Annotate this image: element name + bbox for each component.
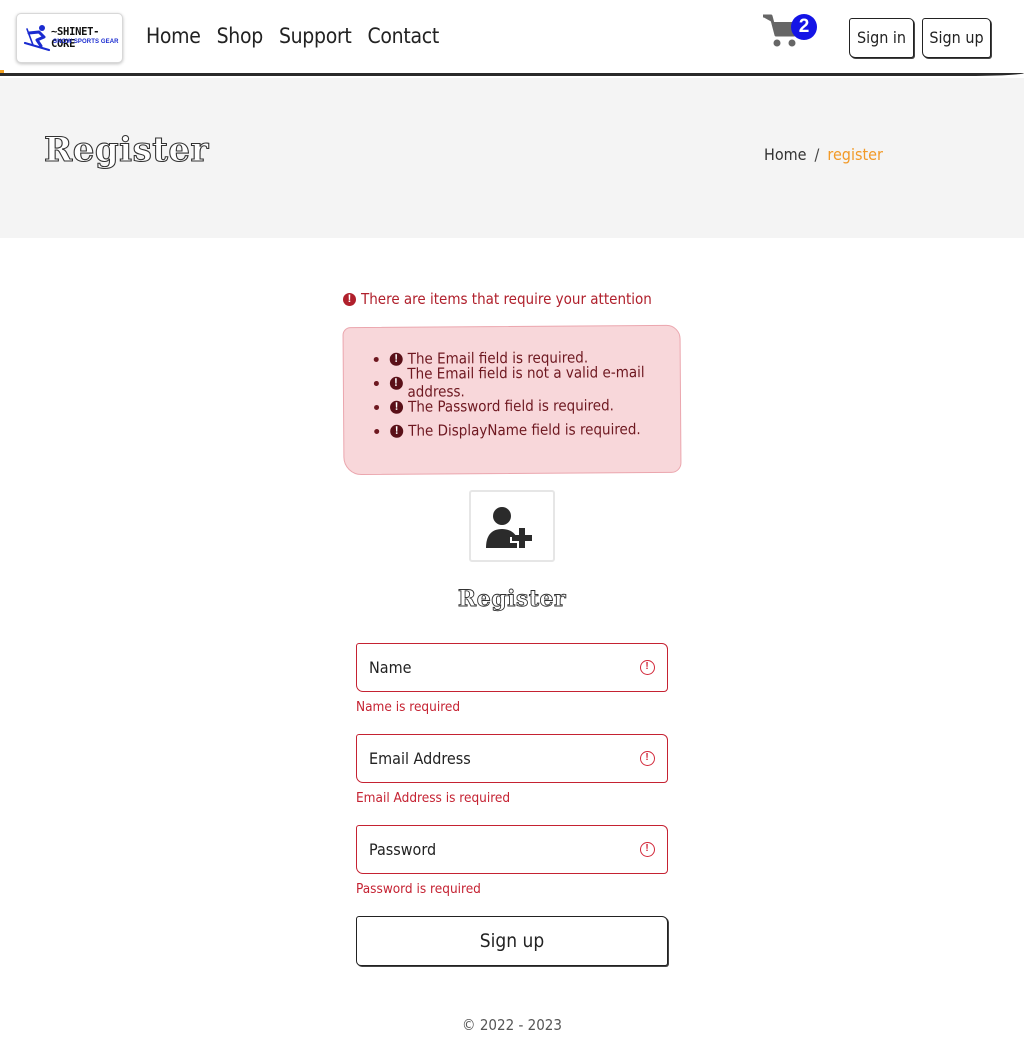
bullet: [374, 404, 380, 410]
page-title: Register: [43, 129, 209, 170]
bullet: [373, 380, 379, 386]
password-error: Password is required: [356, 881, 481, 897]
sign-up-nav-button[interactable]: Sign up: [922, 18, 991, 58]
breadcrumb-separator: /: [814, 145, 820, 164]
page-title-banner: Register Home / register: [0, 78, 1024, 238]
cart-count-badge: 2: [791, 14, 817, 40]
breadcrumb-home-link[interactable]: Home: [764, 145, 807, 164]
password-input[interactable]: [357, 826, 667, 873]
validation-error-text: The DisplayName field is required.: [408, 420, 641, 440]
brand-subtitle: SNOW SPORTS GEAR: [53, 39, 119, 45]
exclamation-circle-icon: [640, 660, 655, 675]
brand-title: ~SHINET-CORE: [51, 26, 100, 50]
email-field: [356, 734, 668, 783]
exclamation-circle-icon: [389, 400, 404, 414]
email-error: Email Address is required: [356, 790, 511, 806]
email-input[interactable]: [357, 735, 667, 782]
validation-error-list: The Email field is required. The Email f…: [373, 345, 681, 443]
list-item: The DisplayName field is required.: [374, 417, 680, 443]
main-nav: Home Shop Support Contact: [146, 24, 439, 48]
name-field: [356, 643, 668, 692]
breadcrumb-current: register: [827, 145, 883, 164]
skier-icon: [23, 25, 51, 52]
list-item: The Email field is not a valid e-mail ad…: [373, 363, 680, 401]
validation-summary: The Email field is required. The Email f…: [342, 324, 682, 476]
exclamation-circle-icon: [389, 376, 403, 390]
sign-up-submit-button[interactable]: Sign up: [356, 916, 668, 966]
validation-error-text: The Email field is not a valid e-mail ad…: [407, 363, 645, 401]
sign-in-button[interactable]: Sign in: [849, 18, 914, 58]
form-title: Register: [457, 586, 567, 613]
nav-shop-link[interactable]: Shop: [217, 24, 264, 48]
bullet: [373, 356, 379, 362]
validation-attention: There are items that require your attent…: [343, 290, 652, 308]
exclamation-circle-icon: [390, 424, 404, 438]
exclamation-circle-icon: [640, 842, 655, 857]
name-error: Name is required: [356, 699, 461, 715]
bullet: [374, 428, 380, 434]
exclamation-circle-icon: [389, 352, 403, 366]
nav-contact-link[interactable]: Contact: [368, 24, 440, 48]
password-field: [356, 825, 668, 874]
attention-text: There are items that require your attent…: [361, 290, 652, 308]
validation-error-text: The Password field is required.: [407, 396, 614, 416]
navbar-divider: [0, 73, 1024, 76]
footer-copyright: © 2022 - 2023: [462, 1016, 562, 1034]
register-avatar: [469, 490, 555, 562]
cart-button[interactable]: 2: [762, 13, 820, 51]
breadcrumb: Home / register: [764, 145, 883, 164]
nav-home-link[interactable]: Home: [146, 24, 201, 48]
exclamation-circle-icon: [343, 292, 356, 307]
top-navbar: ~SHINET-CORE SNOW SPORTS GEAR Home Shop …: [0, 0, 1024, 76]
nav-support-link[interactable]: Support: [279, 24, 352, 48]
brand-logo[interactable]: ~SHINET-CORE SNOW SPORTS GEAR: [16, 13, 123, 63]
exclamation-circle-icon: [640, 751, 655, 766]
user-plus-icon: [486, 507, 532, 550]
name-input[interactable]: [357, 644, 667, 691]
